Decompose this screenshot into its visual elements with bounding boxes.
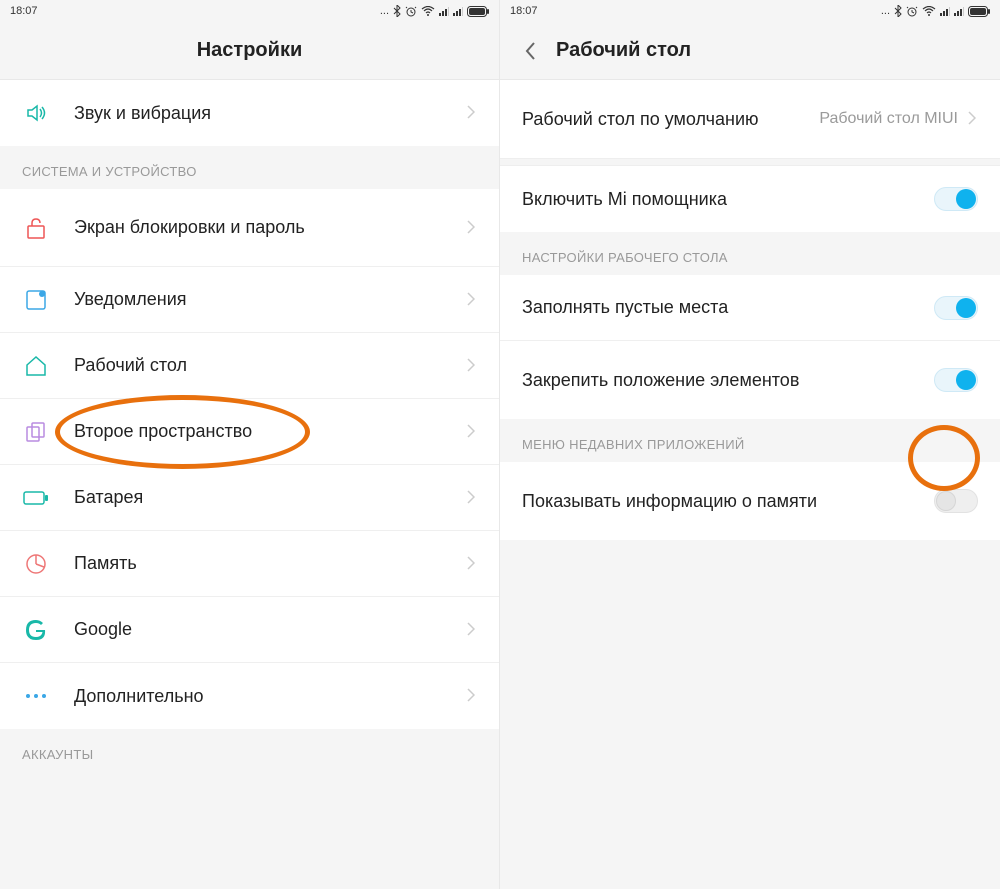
notification-icon bbox=[22, 286, 50, 314]
chevron-right-icon bbox=[467, 292, 477, 308]
section-desktop: НАСТРОЙКИ РАБОЧЕГО СТОЛА bbox=[500, 232, 1000, 275]
separator bbox=[500, 158, 1000, 166]
row-google[interactable]: Google bbox=[0, 597, 499, 663]
wifi-icon bbox=[421, 6, 435, 16]
chevron-right-icon bbox=[467, 556, 477, 572]
section-system: СИСТЕМА И УСТРОЙСТВО bbox=[0, 146, 499, 189]
header-settings: Настройки bbox=[0, 22, 499, 80]
volume-icon bbox=[22, 99, 50, 127]
lock-icon bbox=[22, 214, 50, 242]
google-icon bbox=[22, 616, 50, 644]
more-icon bbox=[22, 682, 50, 710]
toggle-mi-assistant[interactable] bbox=[934, 187, 978, 211]
copy-icon bbox=[22, 418, 50, 446]
row-fill-empty[interactable]: Заполнять пустые места bbox=[500, 275, 1000, 341]
home-icon bbox=[22, 352, 50, 380]
row-memory[interactable]: Память bbox=[0, 531, 499, 597]
screen-home-settings: 18:07 ... Рабочий стол Рабочий стол по у… bbox=[500, 0, 1000, 889]
chevron-right-icon bbox=[467, 220, 477, 236]
signal2-icon bbox=[453, 6, 463, 16]
row-label: Батарея bbox=[74, 486, 467, 509]
row-label: Рабочий стол по умолчанию bbox=[522, 108, 819, 131]
alarm-icon bbox=[906, 5, 918, 17]
pie-icon bbox=[22, 550, 50, 578]
bluetooth-icon bbox=[894, 5, 902, 17]
signal-icon bbox=[940, 6, 950, 16]
chevron-right-icon bbox=[467, 622, 477, 638]
section-recent: МЕНЮ НЕДАВНИХ ПРИЛОЖЕНИЙ bbox=[500, 419, 1000, 462]
row-label: Память bbox=[74, 552, 467, 575]
row-default-launcher[interactable]: Рабочий стол по умолчанию Рабочий стол M… bbox=[500, 80, 1000, 158]
row-battery[interactable]: Батарея bbox=[0, 465, 499, 531]
row-label: Включить Mi помощника bbox=[522, 188, 934, 211]
row-label: Экран блокировки и пароль bbox=[74, 216, 467, 239]
chevron-right-icon bbox=[467, 688, 477, 704]
chevron-right-icon bbox=[968, 111, 978, 127]
row-show-memory[interactable]: Показывать информацию о памяти bbox=[500, 462, 1000, 540]
row-second-space[interactable]: Второе пространство bbox=[0, 399, 499, 465]
row-value: Рабочий стол MIUI bbox=[819, 110, 958, 128]
battery-row-icon bbox=[22, 484, 50, 512]
chevron-left-icon bbox=[524, 41, 536, 61]
row-more[interactable]: Дополнительно bbox=[0, 663, 499, 729]
row-lock-layout[interactable]: Закрепить положение элементов bbox=[500, 341, 1000, 419]
alarm-icon bbox=[405, 5, 417, 17]
wifi-icon bbox=[922, 6, 936, 16]
status-icons: ... bbox=[380, 5, 489, 17]
signal2-icon bbox=[954, 6, 964, 16]
chevron-right-icon bbox=[467, 358, 477, 374]
battery-icon bbox=[467, 6, 489, 17]
row-notifications[interactable]: Уведомления bbox=[0, 267, 499, 333]
back-button[interactable] bbox=[518, 39, 542, 63]
empty-area bbox=[500, 540, 1000, 889]
battery-icon bbox=[968, 6, 990, 17]
dots-icon: ... bbox=[380, 5, 389, 17]
toggle-lock-layout[interactable] bbox=[934, 368, 978, 392]
chevron-right-icon bbox=[467, 490, 477, 506]
row-mi-assistant[interactable]: Включить Mi помощника bbox=[500, 166, 1000, 232]
chevron-right-icon bbox=[467, 424, 477, 440]
row-label: Дополнительно bbox=[74, 685, 467, 708]
signal-icon bbox=[439, 6, 449, 16]
page-title: Рабочий стол bbox=[556, 39, 691, 62]
row-label: Второе пространство bbox=[74, 420, 467, 443]
row-label: Закрепить положение элементов bbox=[522, 369, 934, 392]
header-home: Рабочий стол bbox=[500, 22, 1000, 80]
status-icons: ... bbox=[881, 5, 990, 17]
dots-icon: ... bbox=[881, 5, 890, 17]
toggle-show-memory[interactable] bbox=[934, 489, 978, 513]
row-sound[interactable]: Звук и вибрация bbox=[0, 80, 499, 146]
chevron-right-icon bbox=[467, 105, 477, 121]
row-home[interactable]: Рабочий стол bbox=[0, 333, 499, 399]
page-title: Настройки bbox=[197, 39, 303, 62]
status-bar: 18:07 ... bbox=[500, 0, 1000, 22]
row-label: Google bbox=[74, 618, 467, 641]
row-label: Показывать информацию о памяти bbox=[522, 490, 934, 513]
toggle-fill-empty[interactable] bbox=[934, 296, 978, 320]
row-label: Звук и вибрация bbox=[74, 102, 467, 125]
status-time: 18:07 bbox=[510, 5, 538, 17]
bluetooth-icon bbox=[393, 5, 401, 17]
row-label: Уведомления bbox=[74, 288, 467, 311]
row-label: Рабочий стол bbox=[74, 354, 467, 377]
status-bar: 18:07 ... bbox=[0, 0, 499, 22]
section-accounts: АККАУНТЫ bbox=[0, 729, 499, 772]
row-lockscreen[interactable]: Экран блокировки и пароль bbox=[0, 189, 499, 267]
screen-settings: 18:07 ... Настройки Звук и вибрация bbox=[0, 0, 500, 889]
row-label: Заполнять пустые места bbox=[522, 296, 934, 319]
status-time: 18:07 bbox=[10, 5, 38, 17]
